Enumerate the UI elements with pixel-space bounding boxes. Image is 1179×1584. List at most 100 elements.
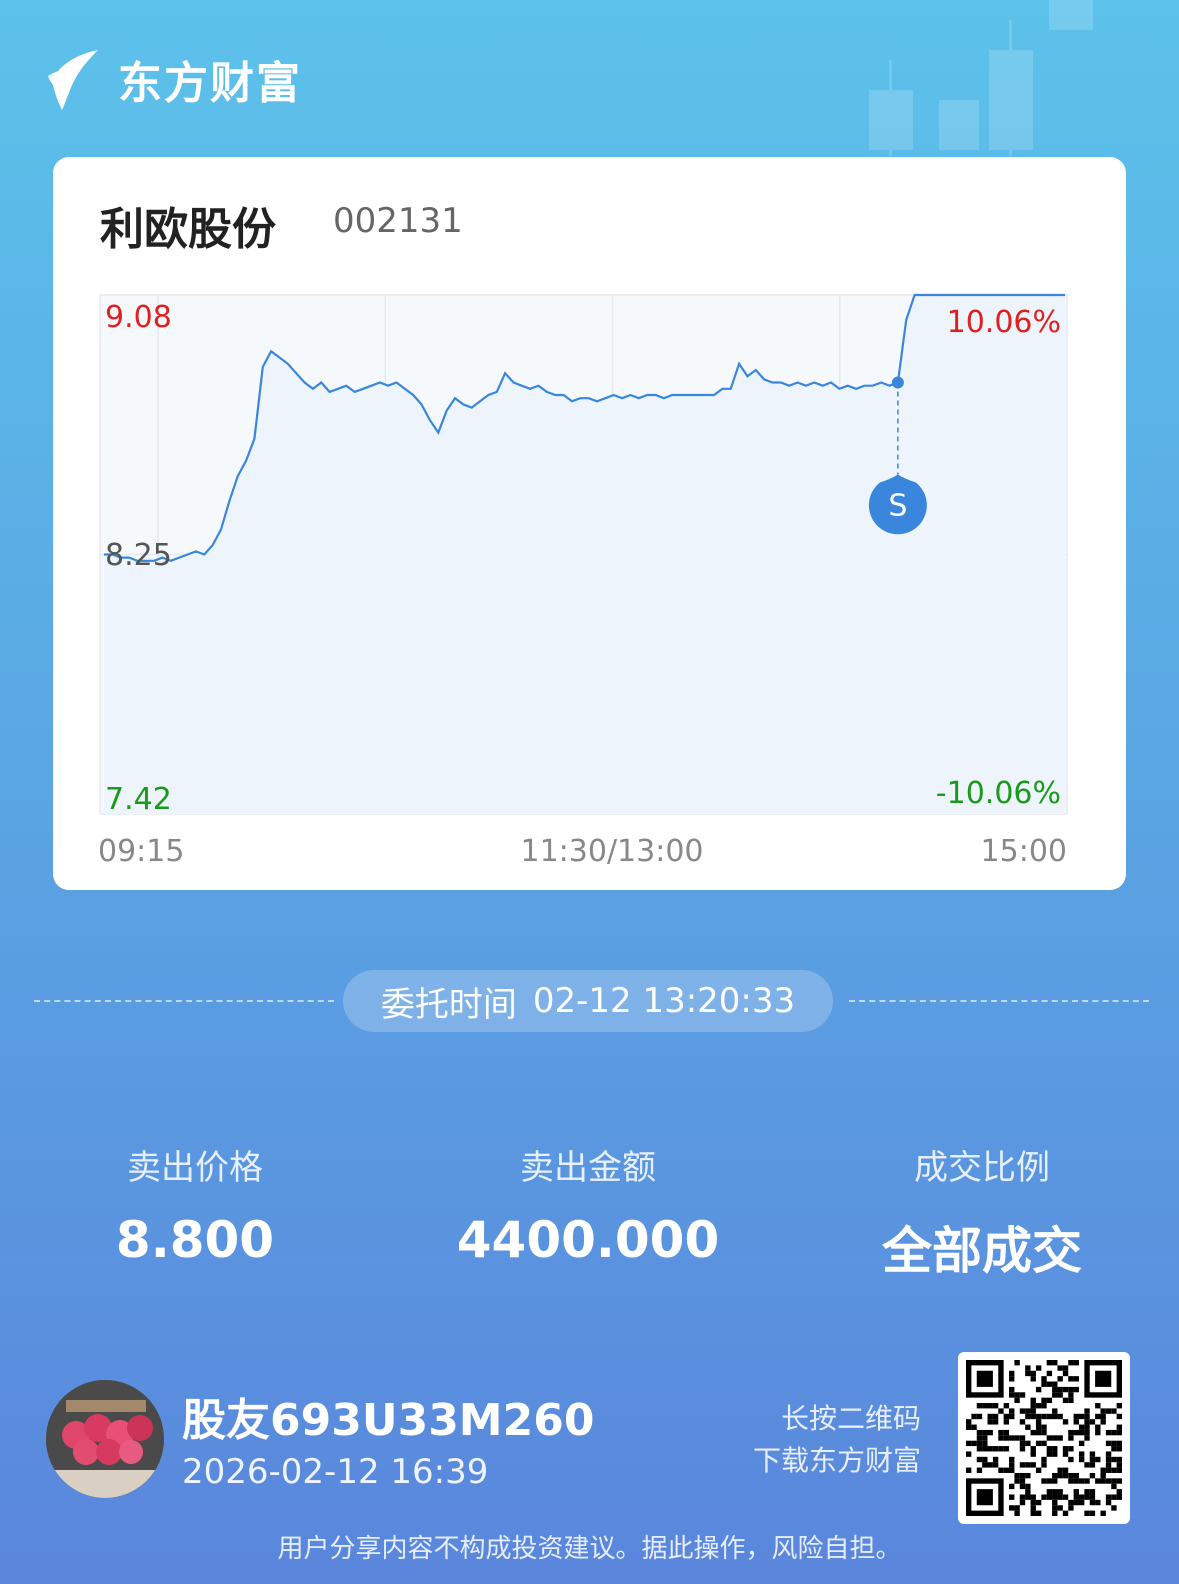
qr-module [987,1419,993,1425]
user-avatar[interactable] [46,1380,164,1498]
qr-module [1046,1381,1053,1387]
qr-module [982,1462,988,1468]
qr-module [998,1408,1004,1414]
qr-module [1084,1413,1090,1420]
qr-module [1105,1429,1112,1436]
qr-module [1116,1446,1122,1452]
qr-module [1068,1429,1074,1436]
qr-module [1089,1419,1096,1425]
order-time-value: 02-12 13:20:33 [532,981,796,1021]
qr-module [1019,1478,1026,1484]
qr-module [1111,1408,1117,1414]
qr-module [1111,1483,1117,1490]
trade-stats: 卖出价格 8.800 卖出金额 4400.000 成交比例 全部成交 [0,1140,1179,1280]
qr-module [1078,1494,1085,1500]
qr-module [1041,1397,1047,1404]
qr-module [1003,1419,1010,1425]
qr-module [1035,1403,1042,1409]
qr-module [1030,1429,1036,1436]
logo-icon [48,50,98,110]
qr-module [1052,1392,1058,1398]
qr-module [1084,1489,1090,1495]
qr-module [1105,1494,1112,1500]
qr-module [1025,1489,1031,1495]
qr-module [1062,1451,1069,1457]
qr-module [1100,1419,1106,1425]
qr-module [1116,1456,1122,1463]
qr-module [1019,1435,1026,1441]
qr-module [1073,1494,1079,1500]
qr-module [1084,1429,1090,1436]
qr-module [1073,1429,1079,1436]
qr-module [1041,1381,1047,1387]
qr-module [1052,1489,1058,1495]
qr-module [1052,1381,1058,1387]
qr-module [992,1462,999,1468]
qr-module [1084,1419,1090,1425]
y-percent-high: 10.06% [947,305,1061,340]
qr-module [1046,1494,1053,1500]
qr-module [1014,1510,1020,1516]
qr-module [1025,1483,1031,1490]
qr-module [1073,1413,1079,1420]
qr-module [1019,1440,1026,1447]
qr-module [1030,1376,1036,1382]
qr-module [1073,1499,1079,1506]
avatar-image [46,1380,164,1498]
qr-module [1014,1505,1020,1511]
qr-finder-module [976,1370,993,1387]
qr-module [1089,1499,1096,1506]
qr-module [1030,1462,1036,1468]
qr-module [1116,1403,1122,1409]
qr-module [1003,1446,1010,1452]
download-qr-code[interactable] [958,1352,1130,1524]
qr-module [1003,1403,1010,1409]
qr-module [1009,1483,1015,1490]
qr-module [1068,1376,1074,1382]
qr-module [1073,1489,1079,1495]
qr-module [1095,1499,1101,1506]
qr-module [1009,1462,1015,1468]
qr-module [1078,1424,1085,1430]
qr-module [1111,1446,1117,1452]
qr-module [1025,1365,1031,1371]
qr-module [1046,1397,1053,1404]
qr-module [1073,1472,1079,1479]
qr-module [976,1456,983,1463]
qr-module [987,1446,993,1452]
qr-module [1089,1494,1096,1500]
qr-module [1116,1494,1122,1500]
qr-module [1062,1467,1069,1473]
qr-module [1014,1360,1020,1366]
qr-module [1035,1424,1042,1430]
qr-module [1009,1392,1015,1398]
qr-module [1100,1467,1106,1473]
qr-hint: 长按二维码 下载东方财富 [753,1398,921,1482]
qr-module [1105,1451,1112,1457]
qr-module [1089,1451,1096,1457]
qr-module [1078,1440,1085,1447]
qr-module [998,1429,1004,1436]
qr-module [976,1403,983,1409]
qr-module [1057,1413,1063,1420]
qr-module [1111,1456,1117,1463]
qr-module [992,1456,999,1463]
qr-module [1046,1451,1053,1457]
qr-module [1009,1370,1015,1377]
qr-module [1014,1472,1020,1479]
qr-module [1019,1408,1026,1414]
qr-module [1100,1472,1106,1479]
qr-module [1019,1483,1026,1490]
qr-module [1035,1467,1042,1473]
y-percent-low: -10.06% [936,776,1061,811]
stock-chart-card: 利欧股份 002131 S 9.08 8.25 7.42 10.06% -10.… [53,157,1126,890]
qr-module [1009,1435,1015,1441]
qr-module [1062,1419,1069,1425]
qr-module [1041,1376,1047,1382]
stat-fill-ratio: 成交比例 全部成交 [802,1140,1162,1283]
qr-module [1116,1462,1122,1468]
qr-module [1116,1467,1122,1473]
qr-module [1062,1446,1069,1452]
qr-module [1105,1462,1112,1468]
qr-module [1116,1413,1122,1420]
